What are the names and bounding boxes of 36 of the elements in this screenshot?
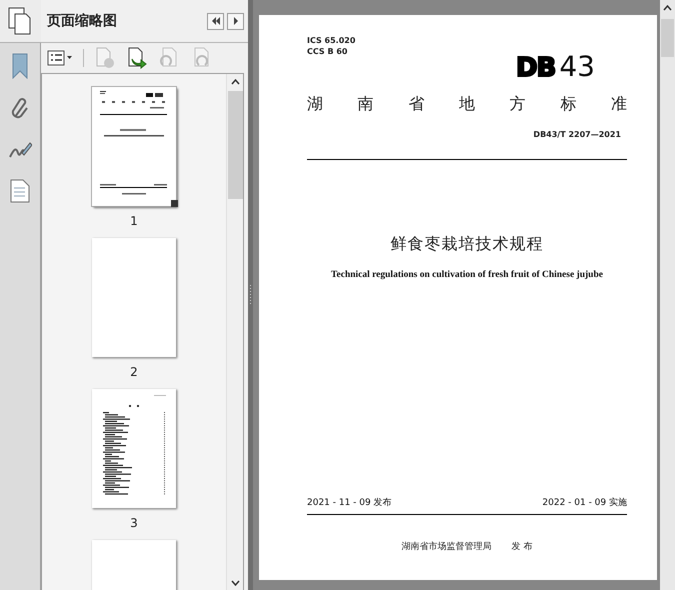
page-thumbnail[interactable] — [92, 87, 176, 206]
page-thumbnail[interactable] — [92, 389, 176, 508]
ccs-code: CCS B 60 — [307, 46, 348, 57]
panel-title: 页面缩略图 — [47, 12, 118, 30]
scrollbar-thumb[interactable] — [661, 19, 674, 57]
splitter-grip-icon[interactable] — [249, 285, 252, 305]
document-subtitle: Technical regulations on cultivation of fresh fruit of Chinese jujube — [331, 270, 603, 280]
scroll-up-icon[interactable] — [663, 5, 672, 11]
pages-icon[interactable] — [8, 7, 32, 35]
page-number: 1 — [130, 213, 138, 230]
insert-page-icon[interactable] — [126, 47, 148, 69]
page-thumbnail[interactable] — [92, 238, 176, 357]
document-title: 鲜食枣栽培技术规程 — [390, 234, 544, 253]
double-left-icon — [210, 17, 220, 25]
issuer-action: 发 布 — [512, 540, 532, 554]
scroll-down-icon[interactable] — [230, 580, 240, 586]
page-number: 2 — [130, 364, 138, 381]
issue-date: 2021 - 11 - 09 发布 — [307, 497, 392, 510]
page-number: 3 — [130, 515, 138, 532]
options-button[interactable] — [47, 50, 73, 66]
issuer: 湖南省市场监督管理局 — [402, 540, 492, 554]
scrollbar-thumb[interactable] — [228, 91, 242, 199]
paperclip-icon[interactable] — [10, 97, 30, 121]
bookmark-icon[interactable] — [11, 53, 29, 79]
ics-code: ICS 65.020 — [307, 35, 356, 46]
collapse-button[interactable] — [207, 12, 224, 30]
standard-number: DB43/T 2207—2021 — [533, 130, 621, 139]
right-triangle-icon — [232, 17, 238, 25]
expand-button[interactable] — [227, 12, 244, 30]
effective-date: 2022 - 01 - 09 实施 — [542, 497, 627, 510]
logo-number: 43 — [559, 53, 595, 81]
standard-category: 湖 南 省 地 方 标 准 — [307, 93, 627, 115]
logo-letters: DB — [516, 54, 556, 82]
document-icon[interactable] — [10, 179, 30, 203]
scroll-up-icon[interactable] — [230, 79, 240, 85]
selection-handle[interactable] — [171, 200, 178, 207]
